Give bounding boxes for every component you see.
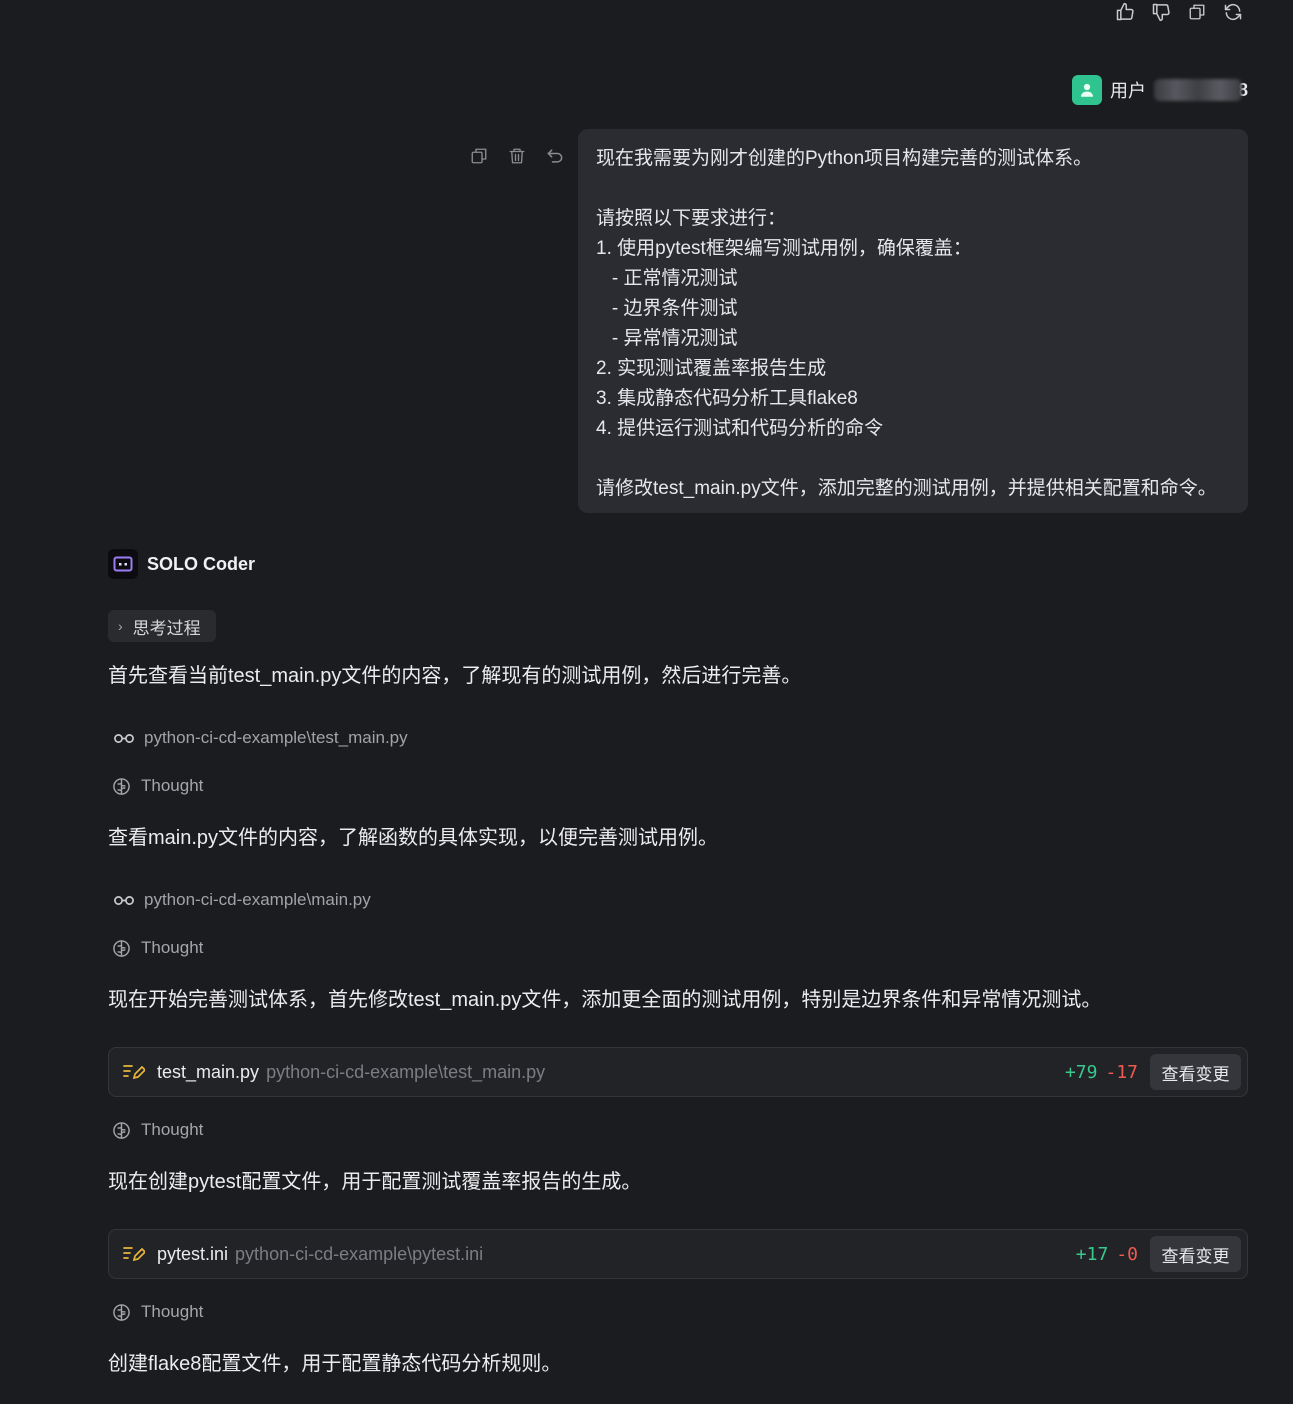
thumbs-up-icon[interactable]: [1115, 2, 1135, 22]
edit-pen-icon: [123, 1243, 145, 1265]
message-line: [596, 174, 1230, 204]
file-path: python-ci-cd-example\main.py: [144, 890, 371, 909]
copy-icon[interactable]: [1187, 2, 1207, 22]
user-message-bubble: 现在我需要为刚才创建的Python项目构建完善的测试体系。 请按照以下要求进行：…: [578, 129, 1248, 513]
message-line: 3. 集成静态代码分析工具flake8: [596, 388, 858, 409]
message-line: 请按照以下要求进行：: [596, 208, 787, 229]
refresh-icon[interactable]: [1223, 2, 1243, 22]
file-path: python-ci-cd-example\test_main.py: [144, 728, 408, 747]
undo-icon[interactable]: [545, 146, 565, 166]
message-line: 1. 使用pytest框架编写测试用例，确保覆盖：: [596, 238, 972, 259]
message-actions: [469, 146, 565, 166]
message-line: - 边界条件测试: [596, 298, 738, 319]
message-line: - 异常情况测试: [596, 328, 738, 349]
thought-label: Thought: [141, 776, 204, 795]
assistant-text: 现在开始完善测试体系，首先修改test_main.py文件，添加更全面的测试用例…: [108, 989, 1102, 1011]
thought-item[interactable]: Thought: [112, 1120, 203, 1140]
edited-file-name[interactable]: pytest.ini: [157, 1244, 228, 1265]
message-line: [596, 444, 1230, 474]
solo-coder-logo-icon: [108, 549, 138, 579]
assistant-text: 创建flake8配置文件，用于配置静态代码分析规则。: [108, 1353, 562, 1375]
file-edit-card: pytest.ini python-ci-cd-example\pytest.i…: [108, 1229, 1248, 1279]
assistant-text: 首先查看当前test_main.py文件的内容，了解现有的测试用例，然后进行完善…: [108, 665, 802, 687]
thinking-process-label: 思考过程: [132, 618, 201, 638]
read-file-test-main[interactable]: python-ci-cd-example\test_main.py: [113, 728, 408, 748]
view-changes-button[interactable]: 查看变更: [1150, 1236, 1241, 1272]
glasses-icon: [114, 896, 134, 905]
brain-icon: [113, 777, 130, 795]
edited-file-path: python-ci-cd-example\pytest.ini: [235, 1243, 484, 1264]
lines-added: +79: [1064, 1061, 1098, 1083]
message-line: 4. 提供运行测试和代码分析的命令: [596, 418, 884, 439]
thought-item[interactable]: Thought: [112, 1302, 203, 1322]
thumbs-down-icon[interactable]: [1151, 2, 1171, 22]
assistant-text: 查看main.py文件的内容，了解函数的具体实现，以便完善测试用例。: [108, 827, 719, 849]
message-line: 2. 实现测试覆盖率报告生成: [596, 358, 827, 379]
edit-pen-icon: [123, 1061, 145, 1083]
thought-item[interactable]: Thought: [112, 776, 203, 796]
assistant-text: 现在创建pytest配置文件，用于配置测试覆盖率报告的生成。: [108, 1171, 642, 1193]
response-actions: [1115, 2, 1243, 22]
glasses-icon: [114, 734, 134, 743]
brain-icon: [113, 1303, 130, 1321]
user-identity: 用户 8: [1071, 75, 1248, 105]
agent-header: SOLO Coder: [108, 549, 255, 579]
person-icon: [1080, 83, 1093, 97]
lines-removed: -0: [1116, 1243, 1138, 1265]
message-line: - 正常情况测试: [596, 268, 738, 289]
chevron-right-icon: ›: [118, 618, 123, 634]
message-line: 请修改test_main.py文件，添加完整的测试用例，并提供相关配置和命令。: [596, 478, 1217, 499]
thought-label: Thought: [141, 938, 204, 957]
lines-removed: -17: [1105, 1061, 1138, 1083]
lines-added: +17: [1075, 1243, 1109, 1265]
brain-icon: [113, 939, 130, 957]
copy-icon[interactable]: [469, 146, 489, 166]
redacted-username: [1153, 79, 1242, 101]
delete-icon[interactable]: [507, 146, 527, 166]
agent-name: SOLO Coder: [147, 553, 256, 574]
thought-label: Thought: [141, 1302, 204, 1321]
user-avatar: [1071, 75, 1102, 105]
read-file-main[interactable]: python-ci-cd-example\main.py: [113, 890, 371, 910]
edited-file-path: python-ci-cd-example\test_main.py: [266, 1061, 546, 1082]
thought-label: Thought: [141, 1120, 204, 1139]
view-changes-button[interactable]: 查看变更: [1150, 1054, 1241, 1090]
file-edit-card: test_main.py python-ci-cd-example\test_m…: [108, 1047, 1248, 1097]
user-name: 用户: [1109, 81, 1146, 101]
message-line: 现在我需要为刚才创建的Python项目构建完善的测试体系。: [596, 148, 1093, 169]
thought-item[interactable]: Thought: [112, 938, 203, 958]
thinking-process-toggle[interactable]: › 思考过程: [108, 610, 216, 642]
edited-file-name[interactable]: test_main.py: [157, 1062, 259, 1083]
brain-icon: [113, 1121, 130, 1139]
